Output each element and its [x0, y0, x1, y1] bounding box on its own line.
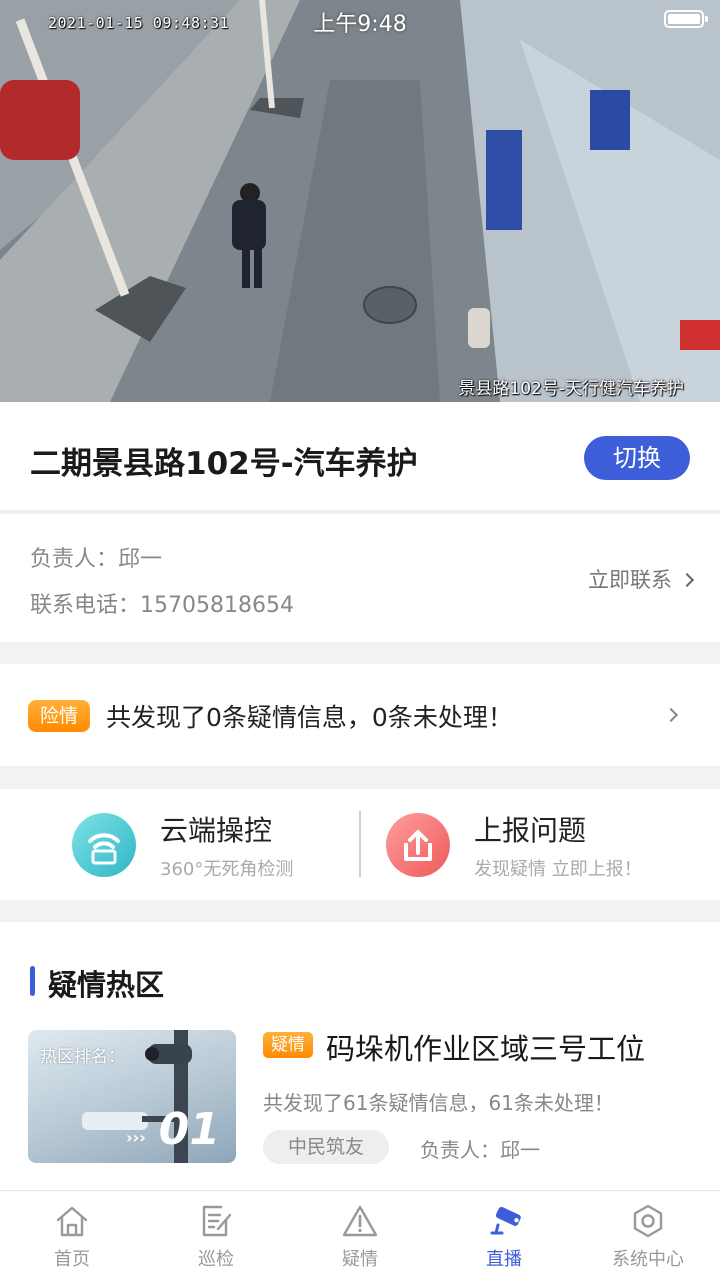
- phone-label: 联系电话：15705818654: [30, 593, 294, 618]
- site-title: 二期景县路102号-汽车养护: [30, 446, 418, 482]
- report-issue-subtitle: 发现疑情 立即上报！: [474, 859, 642, 880]
- tab-label: 首页: [54, 1249, 90, 1270]
- tab-label: 疑情: [342, 1249, 378, 1270]
- cloud-control-subtitle: 360°无死角检测: [160, 859, 294, 880]
- tab-label: 巡检: [198, 1249, 234, 1270]
- chevron-right-icon: [679, 572, 695, 588]
- owner-label: 负责人：邱一: [30, 547, 163, 572]
- report-issue-title: 上报问题: [474, 814, 587, 847]
- wifi-icon: [72, 813, 136, 877]
- contact-now-link[interactable]: 立即联系: [588, 564, 695, 594]
- camera-location-label: 景县路102号-天行健汽车养护: [458, 379, 684, 399]
- camera-icon: [490, 1206, 521, 1235]
- tab-system-center[interactable]: 系统中心: [576, 1191, 720, 1280]
- home-icon: [56, 1206, 88, 1237]
- hotzone-description: 共发现了61条疑情信息，61条未处理！: [263, 1091, 614, 1115]
- bottom-tab-bar: 首页 巡检 疑情 直播 系统中心: [0, 1190, 720, 1280]
- status-bar-time: 上午9:48: [313, 12, 407, 37]
- upload-icon: [386, 813, 450, 877]
- tab-suspicion[interactable]: 疑情: [288, 1191, 432, 1280]
- hotzone-owner: 负责人：邱一: [420, 1138, 540, 1162]
- hotzone-rank-label: 热区排名：: [40, 1047, 125, 1067]
- battery-icon: [664, 10, 708, 28]
- switch-button[interactable]: 切换: [584, 436, 690, 480]
- inspection-icon: [202, 1205, 232, 1237]
- warning-icon: [342, 1205, 378, 1237]
- hotzone-tag: 疑情: [263, 1032, 313, 1058]
- alert-banner[interactable]: 险情 共发现了0条疑情信息，0条未处理！: [0, 664, 720, 766]
- tab-home[interactable]: 首页: [0, 1191, 144, 1280]
- section-title: 疑情热区: [30, 962, 164, 1004]
- tab-label: 系统中心: [612, 1249, 684, 1270]
- hotzone-rank: 01: [158, 1104, 220, 1155]
- camera-feed[interactable]: 2021-01-15 09:48:31 景县路102号-天行健汽车养护 上午9:…: [0, 0, 720, 402]
- chevron-right-icon: [663, 707, 679, 723]
- settings-icon: [633, 1204, 663, 1238]
- quick-actions: 云端操控 360°无死角检测 上报问题 发现疑情 立即上报！: [0, 789, 720, 900]
- company-chip: 中民筑友: [263, 1130, 389, 1164]
- tab-live[interactable]: 直播: [432, 1191, 576, 1280]
- hotzone-name[interactable]: 码垛机作业区域三号工位: [326, 1026, 645, 1068]
- contact-panel: 负责人：邱一 联系电话：15705818654 立即联系: [0, 514, 720, 642]
- tab-label: 直播: [486, 1249, 522, 1270]
- cloud-control-title: 云端操控: [160, 814, 273, 847]
- arrows-icon: ›››: [126, 1128, 146, 1147]
- tab-inspection[interactable]: 巡检: [144, 1191, 288, 1280]
- street-scene: [0, 0, 720, 402]
- hotzone-section: 疑情热区 热区排名： ››› 01 疑情 码垛机作业区域三号工位 共发现了61条…: [0, 922, 720, 1190]
- alert-badge: 险情: [28, 700, 90, 732]
- alert-text: 共发现了0条疑情信息，0条未处理！: [106, 703, 513, 732]
- contact-now-label: 立即联系: [588, 568, 672, 592]
- hotzone-thumbnail[interactable]: 热区排名： ››› 01: [28, 1030, 236, 1163]
- report-issue-button[interactable]: 上报问题 发现疑情 立即上报！: [360, 789, 720, 900]
- site-header: 二期景县路102号-汽车养护 切换: [0, 402, 720, 512]
- cloud-control-button[interactable]: 云端操控 360°无死角检测: [0, 789, 360, 900]
